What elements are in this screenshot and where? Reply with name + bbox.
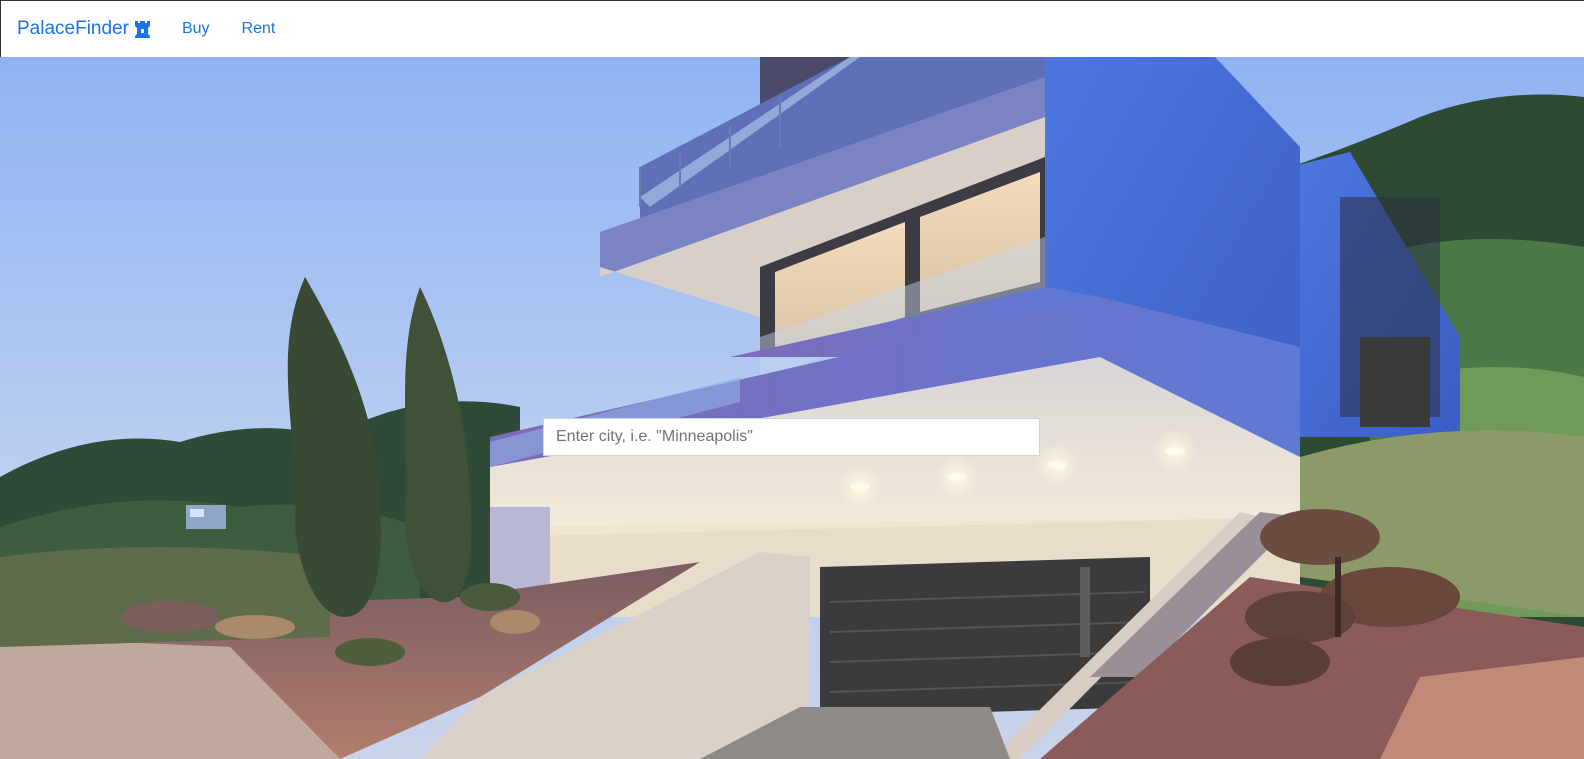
top-navbar: PalaceFinder Buy Rent xyxy=(0,0,1584,57)
hero-background-image xyxy=(0,57,1584,759)
nav-link-rent[interactable]: Rent xyxy=(242,20,276,38)
hero-section xyxy=(0,57,1584,759)
castle-rook-icon xyxy=(134,21,150,38)
brand-logo-link[interactable]: PalaceFinder xyxy=(17,18,151,40)
brand-name: PalaceFinder xyxy=(17,18,129,39)
city-search-container xyxy=(543,418,1040,456)
nav-link-buy[interactable]: Buy xyxy=(182,20,210,38)
city-search-input[interactable] xyxy=(543,418,1040,456)
